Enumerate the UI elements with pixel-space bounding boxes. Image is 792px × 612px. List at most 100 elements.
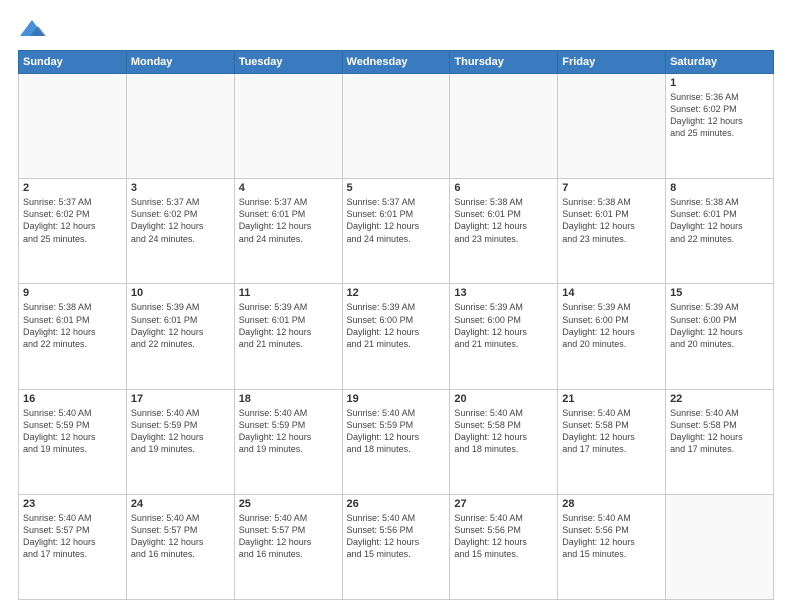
calendar-cell: 7Sunrise: 5:38 AM Sunset: 6:01 PM Daylig… (558, 179, 666, 284)
day-number: 22 (670, 393, 769, 405)
calendar-cell: 19 Sunrise: 5:40 AM Sunset: 5:59 PM Dayli… (342, 389, 450, 494)
day-info: Sunrise: 5:40 AM Sunset: 5:58 PM Dayligh… (670, 407, 769, 456)
calendar-week-row: 1 Sunrise: 5:36 AM Sunset: 6:02 PM Daylig… (19, 74, 774, 179)
calendar-cell (126, 74, 234, 179)
day-info: Sunrise: 5:40 AM Sunset: 5:58 PM Dayligh… (562, 407, 661, 456)
day-info: Sunrise: 5:39 AM Sunset: 6:01 PM Dayligh… (131, 301, 230, 350)
weekday-header-tuesday: Tuesday (234, 51, 342, 74)
day-info: Sunrise: 5:40 AM Sunset: 5:59 PM Dayligh… (23, 407, 122, 456)
day-number: 5 (347, 182, 446, 194)
day-info: Sunrise: 5:37 AM Sunset: 6:02 PM Dayligh… (131, 196, 230, 245)
day-number: 25 (239, 498, 338, 510)
day-info: Sunrise: 5:39 AM Sunset: 6:00 PM Dayligh… (562, 301, 661, 350)
day-info: Sunrise: 5:40 AM Sunset: 5:57 PM Dayligh… (23, 512, 122, 561)
day-info: Sunrise: 5:40 AM Sunset: 5:59 PM Dayligh… (131, 407, 230, 456)
day-number: 24 (131, 498, 230, 510)
calendar-cell: 1 Sunrise: 5:36 AM Sunset: 6:02 PM Daylig… (666, 74, 774, 179)
day-info: Sunrise: 5:40 AM Sunset: 5:59 PM Dayligh… (239, 407, 338, 456)
weekday-header-thursday: Thursday (450, 51, 558, 74)
logo (18, 18, 49, 40)
day-number: 14 (562, 287, 661, 299)
calendar-cell: 5 Sunrise: 5:37 AM Sunset: 6:01 PM Daylig… (342, 179, 450, 284)
day-number: 28 (562, 498, 661, 510)
day-info: Sunrise: 5:39 AM Sunset: 6:00 PM Dayligh… (347, 301, 446, 350)
day-number: 27 (454, 498, 553, 510)
day-number: 6 (454, 182, 553, 194)
calendar-cell: 28 Sunrise: 5:40 AM Sunset: 5:56 PM Dayli… (558, 494, 666, 599)
calendar-cell: 6 Sunrise: 5:38 AM Sunset: 6:01 PM Daylig… (450, 179, 558, 284)
calendar-cell: 22 Sunrise: 5:40 AM Sunset: 5:58 PM Dayli… (666, 389, 774, 494)
calendar-week-row: 9 Sunrise: 5:38 AM Sunset: 6:01 PM Daylig… (19, 284, 774, 389)
day-number: 19 (347, 393, 446, 405)
calendar-cell: 26Sunrise: 5:40 AM Sunset: 5:56 PM Dayli… (342, 494, 450, 599)
day-info: Sunrise: 5:38 AM Sunset: 6:01 PM Dayligh… (670, 196, 769, 245)
calendar-cell: 9 Sunrise: 5:38 AM Sunset: 6:01 PM Daylig… (19, 284, 127, 389)
day-number: 13 (454, 287, 553, 299)
day-number: 15 (670, 287, 769, 299)
day-number: 11 (239, 287, 338, 299)
day-number: 9 (23, 287, 122, 299)
weekday-header-sunday: Sunday (19, 51, 127, 74)
calendar-cell: 23 Sunrise: 5:40 AM Sunset: 5:57 PM Dayli… (19, 494, 127, 599)
calendar-cell (558, 74, 666, 179)
calendar-cell: 12 Sunrise: 5:39 AM Sunset: 6:00 PM Dayli… (342, 284, 450, 389)
day-info: Sunrise: 5:37 AM Sunset: 6:01 PM Dayligh… (239, 196, 338, 245)
calendar-cell: 18 Sunrise: 5:40 AM Sunset: 5:59 PM Dayli… (234, 389, 342, 494)
day-info: Sunrise: 5:40 AM Sunset: 5:56 PM Dayligh… (347, 512, 446, 561)
day-number: 2 (23, 182, 122, 194)
day-info: Sunrise: 5:40 AM Sunset: 5:56 PM Dayligh… (562, 512, 661, 561)
calendar-cell: 25 Sunrise: 5:40 AM Sunset: 5:57 PM Dayli… (234, 494, 342, 599)
day-info: Sunrise: 5:40 AM Sunset: 5:57 PM Dayligh… (131, 512, 230, 561)
logo-icon (18, 18, 46, 40)
day-number: 4 (239, 182, 338, 194)
calendar-cell: 15 Sunrise: 5:39 AM Sunset: 6:00 PM Dayli… (666, 284, 774, 389)
day-info: Sunrise: 5:40 AM Sunset: 5:57 PM Dayligh… (239, 512, 338, 561)
day-number: 18 (239, 393, 338, 405)
weekday-header-wednesday: Wednesday (342, 51, 450, 74)
calendar-cell: 24 Sunrise: 5:40 AM Sunset: 5:57 PM Dayli… (126, 494, 234, 599)
weekday-header-monday: Monday (126, 51, 234, 74)
day-number: 17 (131, 393, 230, 405)
calendar-cell: 16 Sunrise: 5:40 AM Sunset: 5:59 PM Dayli… (19, 389, 127, 494)
day-info: Sunrise: 5:36 AM Sunset: 6:02 PM Dayligh… (670, 91, 769, 140)
day-info: Sunrise: 5:38 AM Sunset: 6:01 PM Dayligh… (562, 196, 661, 245)
day-info: Sunrise: 5:40 AM Sunset: 5:56 PM Dayligh… (454, 512, 553, 561)
day-number: 3 (131, 182, 230, 194)
weekday-header-friday: Friday (558, 51, 666, 74)
day-number: 12 (347, 287, 446, 299)
day-number: 16 (23, 393, 122, 405)
day-info: Sunrise: 5:40 AM Sunset: 5:59 PM Dayligh… (347, 407, 446, 456)
calendar-week-row: 23 Sunrise: 5:40 AM Sunset: 5:57 PM Dayli… (19, 494, 774, 599)
day-number: 23 (23, 498, 122, 510)
calendar-cell: 4 Sunrise: 5:37 AM Sunset: 6:01 PM Daylig… (234, 179, 342, 284)
calendar-cell (342, 74, 450, 179)
day-number: 1 (670, 77, 769, 89)
day-info: Sunrise: 5:37 AM Sunset: 6:01 PM Dayligh… (347, 196, 446, 245)
day-info: Sunrise: 5:39 AM Sunset: 6:00 PM Dayligh… (454, 301, 553, 350)
day-number: 21 (562, 393, 661, 405)
weekday-header-row: SundayMondayTuesdayWednesdayThursdayFrid… (19, 51, 774, 74)
calendar-cell: 8 Sunrise: 5:38 AM Sunset: 6:01 PM Daylig… (666, 179, 774, 284)
day-info: Sunrise: 5:38 AM Sunset: 6:01 PM Dayligh… (23, 301, 122, 350)
day-number: 20 (454, 393, 553, 405)
page: SundayMondayTuesdayWednesdayThursdayFrid… (0, 0, 792, 612)
calendar-cell: 14 Sunrise: 5:39 AM Sunset: 6:00 PM Dayli… (558, 284, 666, 389)
calendar-cell (19, 74, 127, 179)
calendar-cell: 27 Sunrise: 5:40 AM Sunset: 5:56 PM Dayli… (450, 494, 558, 599)
calendar-cell: 10 Sunrise: 5:39 AM Sunset: 6:01 PM Dayli… (126, 284, 234, 389)
day-number: 8 (670, 182, 769, 194)
calendar-table: SundayMondayTuesdayWednesdayThursdayFrid… (18, 50, 774, 600)
calendar-cell: 13 Sunrise: 5:39 AM Sunset: 6:00 PM Dayli… (450, 284, 558, 389)
day-info: Sunrise: 5:37 AM Sunset: 6:02 PM Dayligh… (23, 196, 122, 245)
calendar-cell: 11 Sunrise: 5:39 AM Sunset: 6:01 PM Dayli… (234, 284, 342, 389)
day-info: Sunrise: 5:40 AM Sunset: 5:58 PM Dayligh… (454, 407, 553, 456)
day-number: 10 (131, 287, 230, 299)
day-info: Sunrise: 5:39 AM Sunset: 6:00 PM Dayligh… (670, 301, 769, 350)
calendar-week-row: 2 Sunrise: 5:37 AM Sunset: 6:02 PM Daylig… (19, 179, 774, 284)
calendar-week-row: 16 Sunrise: 5:40 AM Sunset: 5:59 PM Dayli… (19, 389, 774, 494)
day-info: Sunrise: 5:39 AM Sunset: 6:01 PM Dayligh… (239, 301, 338, 350)
day-info: Sunrise: 5:38 AM Sunset: 6:01 PM Dayligh… (454, 196, 553, 245)
calendar-cell: 17 Sunrise: 5:40 AM Sunset: 5:59 PM Dayli… (126, 389, 234, 494)
calendar-cell (450, 74, 558, 179)
calendar-cell: 21 Sunrise: 5:40 AM Sunset: 5:58 PM Dayli… (558, 389, 666, 494)
